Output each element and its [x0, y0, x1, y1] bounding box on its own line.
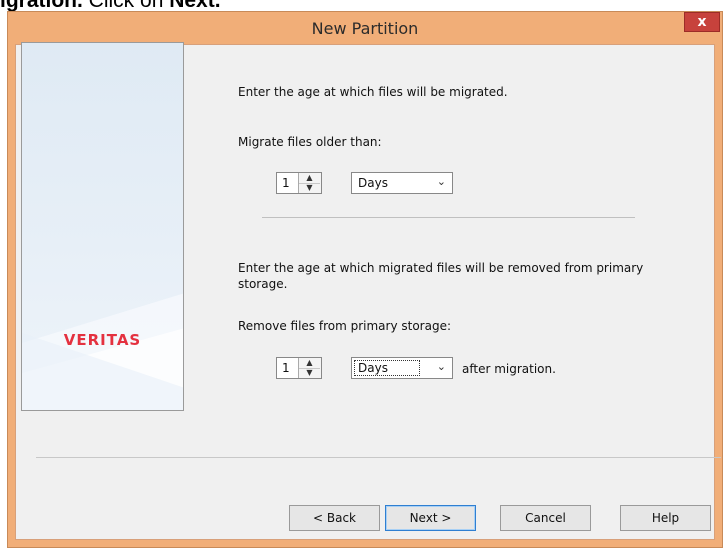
side-panel-graphic	[22, 293, 183, 410]
close-icon: x	[697, 14, 707, 30]
help-button[interactable]: Help	[620, 505, 711, 531]
remove-label: Remove files from primary storage:	[238, 319, 451, 333]
stepper-arrows: ▲ ▼	[298, 173, 321, 193]
next-button[interactable]: Next >	[385, 505, 476, 531]
stepper-arrows: ▲ ▼	[298, 358, 321, 378]
migrate-unit-select[interactable]: Days ⌄	[351, 172, 453, 194]
section-divider	[262, 217, 635, 218]
migrate-instruction: Enter the age at which files will be mig…	[238, 85, 508, 99]
migrate-unit-value: Days	[358, 176, 388, 190]
button-area-divider	[36, 457, 721, 458]
cancel-button[interactable]: Cancel	[500, 505, 591, 531]
close-button[interactable]: x	[684, 12, 720, 32]
migrate-label: Migrate files older than:	[238, 135, 382, 149]
migrate-age-stepper[interactable]: 1 ▲ ▼	[276, 172, 322, 194]
remove-instruction-line2: storage.	[238, 277, 288, 291]
wizard-side-panel: VERITAS	[21, 42, 184, 411]
remove-age-value[interactable]: 1	[282, 361, 290, 375]
remove-unit-value: Days	[358, 361, 388, 375]
chevron-down-icon[interactable]: ⌄	[437, 360, 446, 373]
window-title: New Partition	[311, 19, 419, 38]
remove-instruction-line1: Enter the age at which migrated files wi…	[238, 261, 644, 275]
veritas-logo: VERITAS	[63, 331, 142, 349]
back-button[interactable]: < Back	[289, 505, 380, 531]
title-bar[interactable]: New Partition x	[8, 12, 722, 45]
chevron-down-icon[interactable]: ▼	[299, 368, 320, 378]
remove-unit-select[interactable]: Days ⌄	[351, 357, 453, 379]
remove-age-stepper[interactable]: 1 ▲ ▼	[276, 357, 322, 379]
chevron-down-icon[interactable]: ⌄	[437, 175, 446, 188]
chevron-down-icon[interactable]: ▼	[299, 183, 320, 193]
migrate-age-value[interactable]: 1	[282, 176, 290, 190]
after-migration-label: after migration.	[462, 362, 556, 376]
